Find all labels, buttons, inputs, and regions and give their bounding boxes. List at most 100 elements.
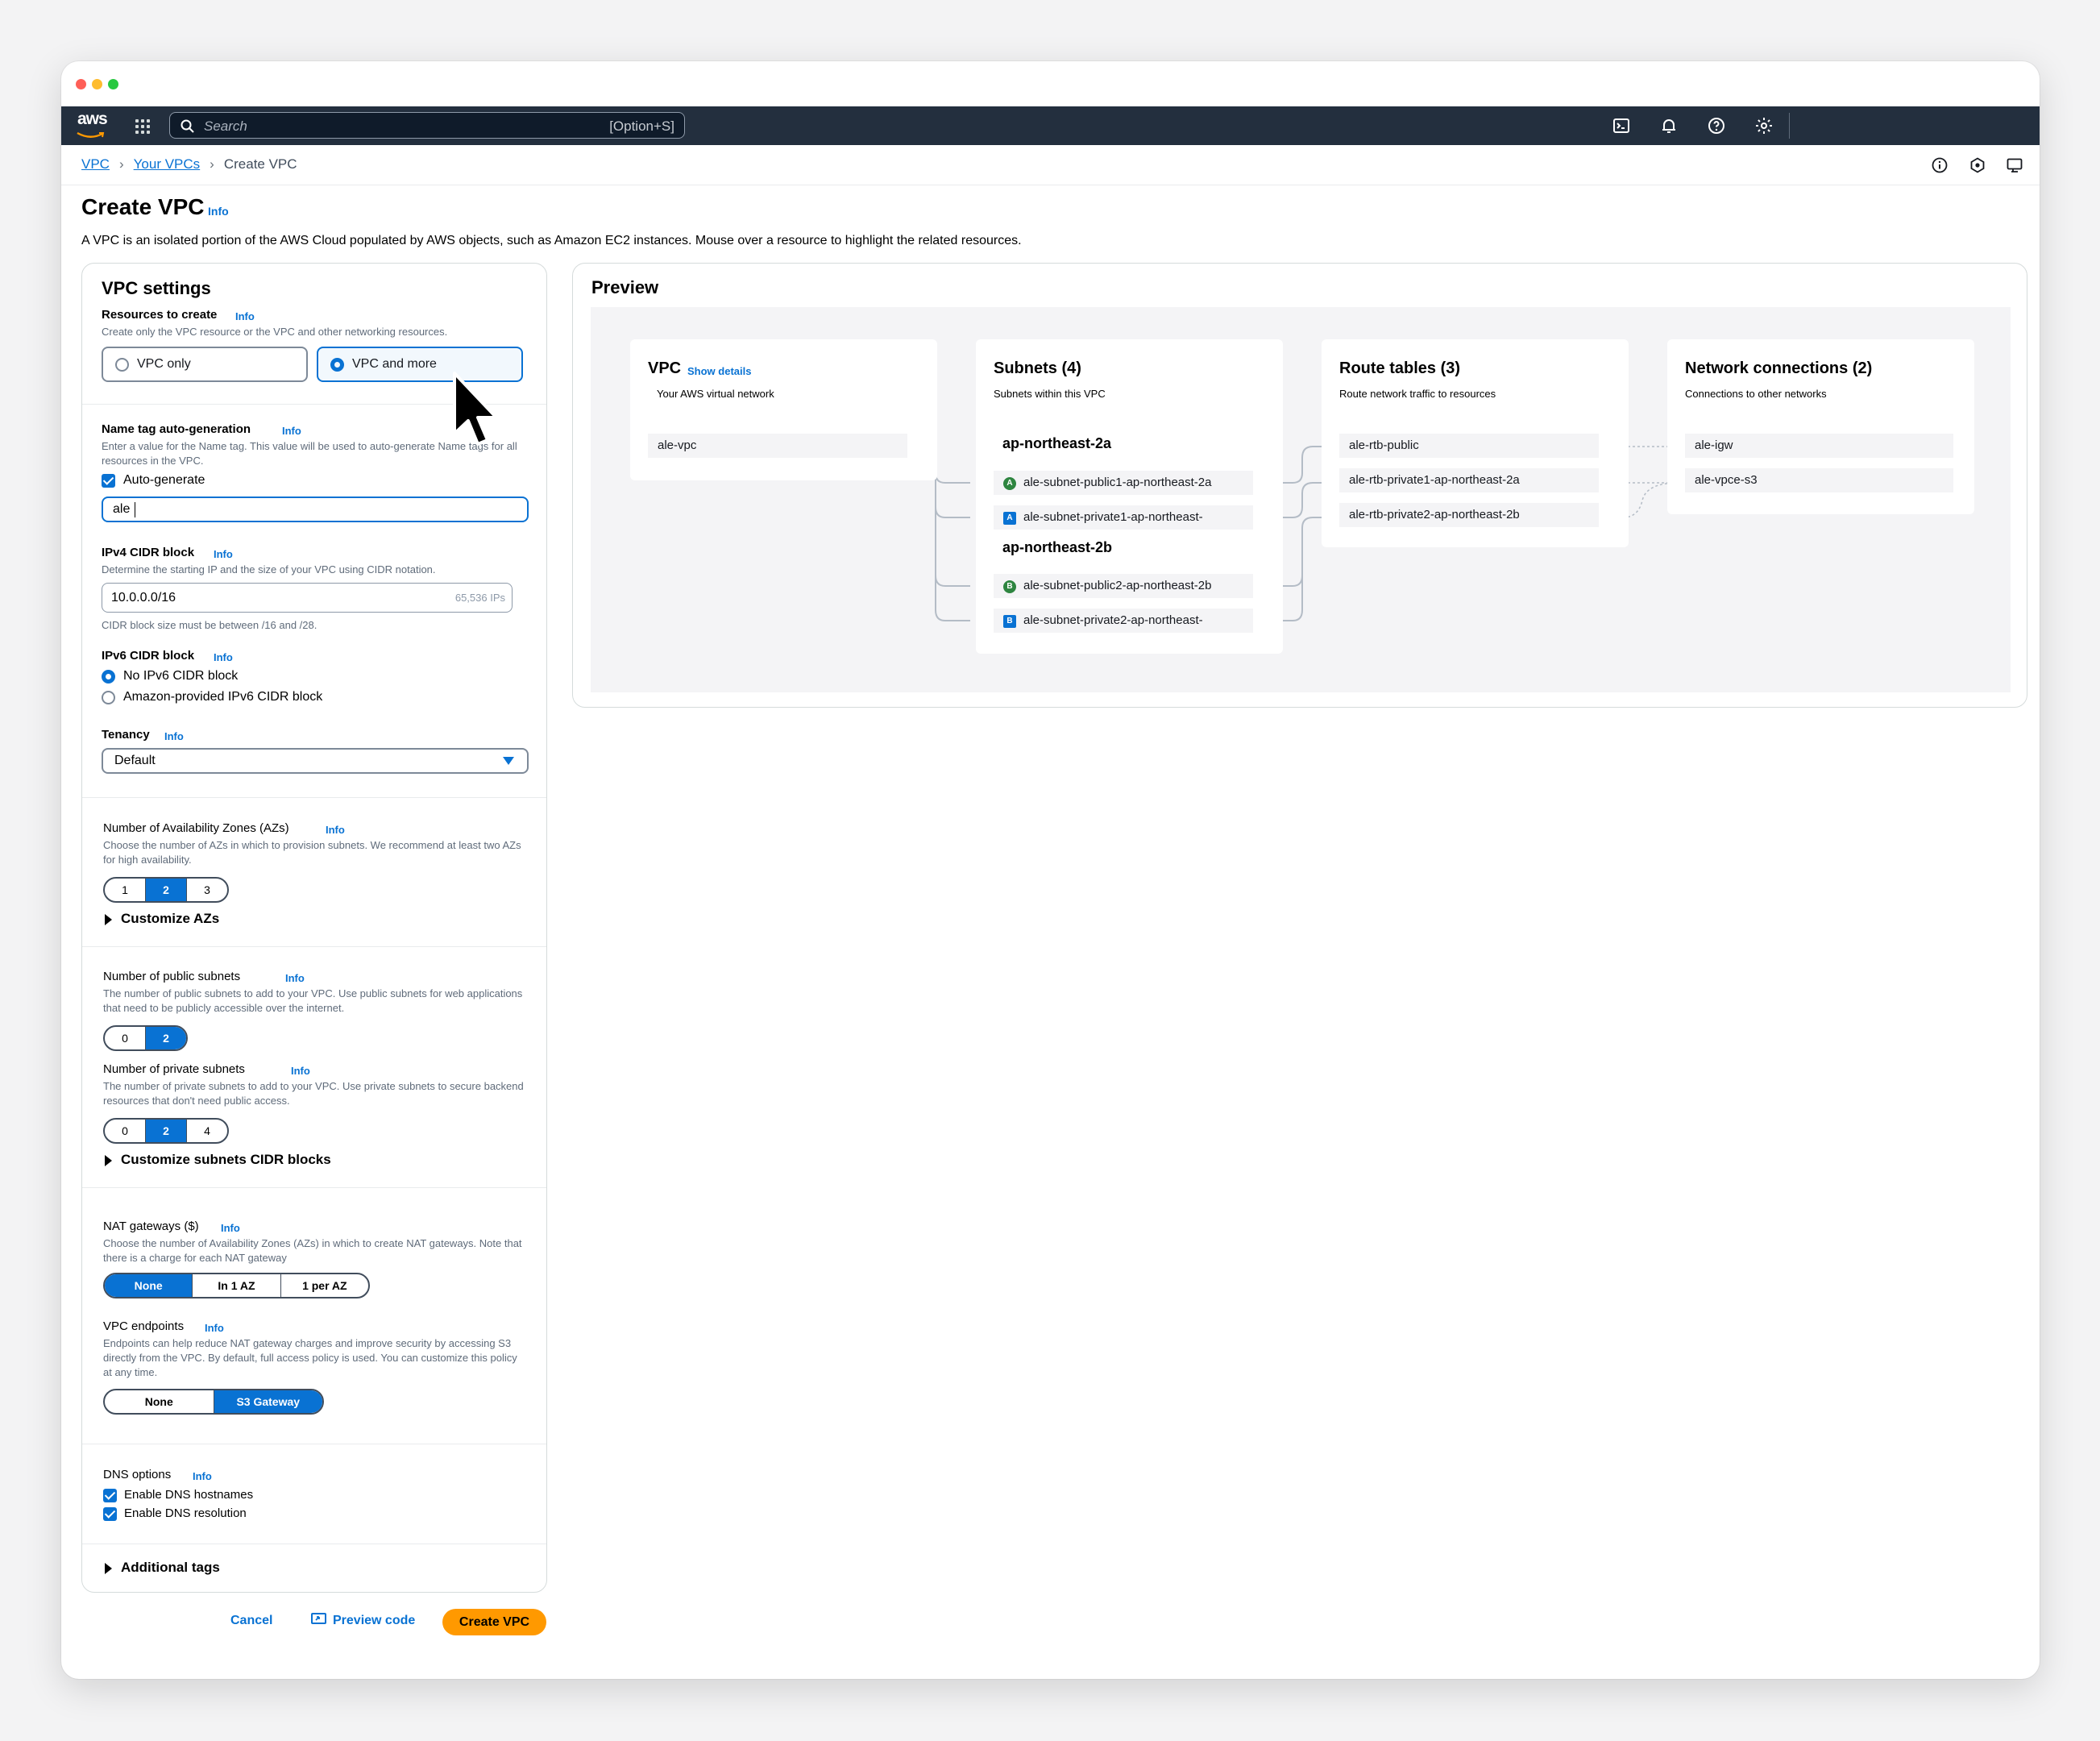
subnet-az-badge: A xyxy=(1003,512,1016,525)
breadcrumb-your-vpcs[interactable]: Your VPCs xyxy=(134,156,201,172)
customize-subnets-toggle[interactable]: Customize subnets CIDR blocks xyxy=(121,1152,331,1168)
resources-info-link[interactable]: Info xyxy=(235,310,255,322)
nat-option-none[interactable]: None xyxy=(105,1274,193,1297)
dns-label: DNS options xyxy=(103,1468,172,1481)
ipv4-info-link[interactable]: Info xyxy=(214,548,233,560)
public-subnets-option-0[interactable]: 0 xyxy=(105,1027,145,1049)
breadcrumb: VPC › Your VPCs › Create VPC xyxy=(81,156,297,172)
azs-option-3[interactable]: 3 xyxy=(186,879,227,901)
route-table-resource[interactable]: ale-rtb-private2-ap-northeast-2b xyxy=(1339,503,1599,527)
private-subnets-option-2[interactable]: 2 xyxy=(145,1120,186,1142)
private-subnets-info-link[interactable]: Info xyxy=(291,1065,310,1077)
aws-logo[interactable]: aws xyxy=(76,110,108,140)
route-tables-card-subtitle: Route network traffic to resources xyxy=(1339,388,1496,400)
private-subnets-option-0[interactable]: 0 xyxy=(105,1120,145,1142)
info-circle-icon[interactable] xyxy=(1931,156,1949,174)
vpc-card-title: VPC xyxy=(648,359,682,377)
auto-generate-label: Auto-generate xyxy=(123,473,205,487)
network-resource[interactable]: ale-igw xyxy=(1685,434,1953,458)
tenancy-select[interactable]: Default xyxy=(102,748,529,774)
subnet-resource[interactable]: Bale-subnet-private2-ap-northeast- xyxy=(994,609,1253,633)
private-subnets-segmented-control[interactable]: 0 2 4 xyxy=(103,1118,229,1144)
nat-option-per-az[interactable]: 1 per AZ xyxy=(280,1274,368,1297)
ipv4-constraint: CIDR block size must be between /16 and … xyxy=(102,619,317,631)
vpc-only-option[interactable]: VPC only xyxy=(102,347,308,382)
preview-code-icon xyxy=(311,1613,326,1624)
endpoints-info-link[interactable]: Info xyxy=(205,1322,224,1334)
expand-caret-icon xyxy=(105,914,112,925)
status-icon[interactable] xyxy=(1969,156,1986,174)
dns-resolution-checkbox[interactable] xyxy=(103,1507,117,1521)
vpc-and-more-radio[interactable] xyxy=(330,358,344,372)
name-tag-input[interactable]: ale xyxy=(102,497,529,522)
route-table-resource[interactable]: ale-rtb-private1-ap-northeast-2a xyxy=(1339,468,1599,492)
bell-icon[interactable] xyxy=(1659,116,1679,135)
ipv4-cidr-value: 10.0.0.0/16 xyxy=(111,591,176,605)
help-icon[interactable] xyxy=(1707,116,1726,135)
private-subnets-hint: The number of private subnets to add to … xyxy=(103,1080,524,1107)
vpc-resource[interactable]: ale-vpc xyxy=(648,434,907,458)
nat-hint: Choose the number of Availability Zones … xyxy=(103,1237,522,1264)
endpoints-option-s3[interactable]: S3 Gateway xyxy=(213,1390,322,1413)
private-subnets-label: Number of private subnets xyxy=(103,1062,245,1076)
subnet-name: ale-subnet-private2-ap-northeast- xyxy=(1023,613,1203,627)
cancel-button[interactable]: Cancel xyxy=(230,1614,272,1628)
close-window-button[interactable] xyxy=(76,79,86,89)
subnet-resource[interactable]: Bale-subnet-public2-ap-northeast-2b xyxy=(994,574,1253,598)
ipv4-ip-count: 65,536 IPs xyxy=(454,592,505,604)
public-subnets-option-2[interactable]: 2 xyxy=(145,1027,186,1049)
auto-generate-checkbox[interactable] xyxy=(102,474,115,488)
minimize-window-button[interactable] xyxy=(92,79,102,89)
cloudshell-icon[interactable] xyxy=(1612,116,1631,135)
public-subnets-segmented-control[interactable]: 0 2 xyxy=(103,1025,188,1051)
subnet-name: ale-subnet-public2-ap-northeast-2b xyxy=(1023,579,1212,592)
feedback-icon[interactable] xyxy=(2006,156,2023,174)
customize-azs-toggle[interactable]: Customize AZs xyxy=(121,911,219,927)
dns-info-link[interactable]: Info xyxy=(193,1470,212,1482)
nat-segmented-control[interactable]: None In 1 AZ 1 per AZ xyxy=(103,1273,370,1298)
preview-code-button[interactable]: Preview code xyxy=(333,1614,415,1628)
create-vpc-button[interactable]: Create VPC xyxy=(442,1609,546,1635)
azs-option-1[interactable]: 1 xyxy=(105,879,145,901)
breadcrumb-vpc[interactable]: VPC xyxy=(81,156,110,172)
page-info-link[interactable]: Info xyxy=(208,205,229,218)
tenancy-info-link[interactable]: Info xyxy=(164,730,184,742)
azs-segmented-control[interactable]: 1 2 3 xyxy=(103,877,229,903)
nat-option-1-az[interactable]: In 1 AZ xyxy=(192,1274,280,1297)
ipv4-cidr-input[interactable]: 10.0.0.0/16 65,536 IPs xyxy=(102,583,513,613)
network-resource[interactable]: ale-vpce-s3 xyxy=(1685,468,1953,492)
zoom-window-button[interactable] xyxy=(108,79,118,89)
tenancy-value: Default xyxy=(114,754,156,767)
subnet-resource[interactable]: Aale-subnet-private1-ap-northeast- xyxy=(994,505,1253,530)
services-menu-icon[interactable] xyxy=(135,119,150,134)
preview-heading: Preview xyxy=(591,277,659,297)
gear-icon[interactable] xyxy=(1754,116,1774,135)
name-tag-info-link[interactable]: Info xyxy=(282,425,301,437)
no-ipv6-radio[interactable] xyxy=(102,670,115,684)
az-heading-2b: ap-northeast-2b xyxy=(1002,539,1113,555)
azs-hint: Choose the number of AZs in which to pro… xyxy=(103,839,521,866)
amazon-ipv6-radio[interactable] xyxy=(102,691,115,704)
show-details-link[interactable]: Show details xyxy=(687,365,751,377)
dns-hostnames-checkbox[interactable] xyxy=(103,1489,117,1502)
nat-info-link[interactable]: Info xyxy=(221,1222,240,1234)
route-table-resource[interactable]: ale-rtb-public xyxy=(1339,434,1599,458)
public-subnets-info-link[interactable]: Info xyxy=(285,972,305,984)
vpc-only-radio[interactable] xyxy=(115,358,129,372)
private-subnets-option-4[interactable]: 4 xyxy=(186,1120,227,1142)
endpoints-hint: Endpoints can help reduce NAT gateway ch… xyxy=(103,1337,517,1378)
ipv6-label: IPv6 CIDR block xyxy=(102,649,195,663)
azs-info-link[interactable]: Info xyxy=(326,824,345,836)
endpoints-segmented-control[interactable]: None S3 Gateway xyxy=(103,1389,324,1415)
search-input[interactable]: Search [Option+S] xyxy=(169,112,685,139)
tenancy-label: Tenancy xyxy=(102,728,150,742)
ipv6-info-link[interactable]: Info xyxy=(214,651,233,663)
breadcrumb-current: Create VPC xyxy=(223,156,297,172)
azs-option-2[interactable]: 2 xyxy=(145,879,186,901)
network-connections-card: Network connections (2) Connections to o… xyxy=(1667,339,1974,514)
chevron-right-icon: › xyxy=(118,156,124,172)
additional-tags-toggle[interactable]: Additional tags xyxy=(121,1560,220,1576)
subnet-resource[interactable]: Aale-subnet-public1-ap-northeast-2a xyxy=(994,471,1253,495)
endpoints-option-none[interactable]: None xyxy=(105,1390,214,1413)
top-navigation: aws Search [Option+S] xyxy=(61,106,2040,145)
